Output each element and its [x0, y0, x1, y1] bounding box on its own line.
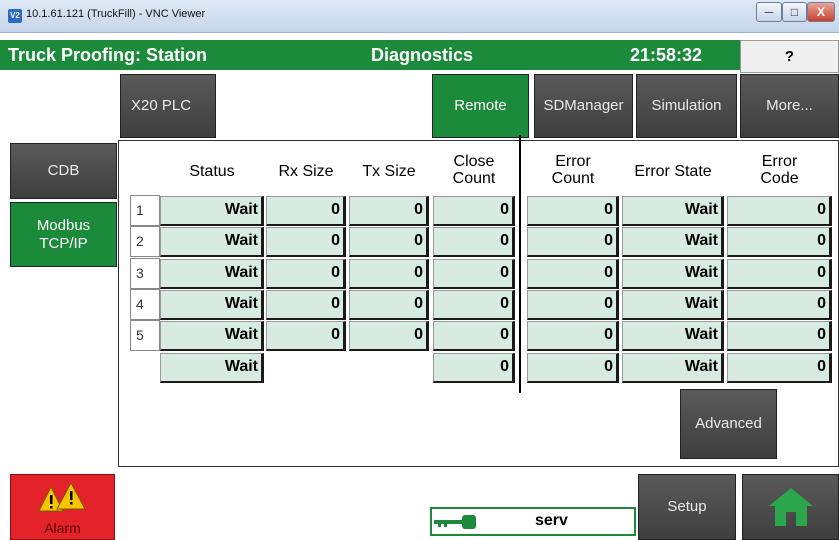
vnc-logo-icon: V2	[8, 9, 22, 23]
error-state-cell: Wait	[622, 321, 724, 351]
close-count-total-cell: 0	[433, 353, 515, 383]
close-count-cell: 0	[433, 321, 515, 351]
error-count-cell: 0	[527, 196, 619, 226]
tab-label: SDManager	[543, 97, 624, 114]
question-icon: ?	[784, 48, 795, 65]
rx-size-cell: 0	[266, 321, 346, 351]
tab-label: Modbus TCP/IP	[36, 216, 91, 252]
header-error-count: Error Count	[551, 153, 595, 187]
error-count-cell: 0	[527, 290, 619, 320]
error-code-cell: 0	[727, 321, 832, 351]
row-number: 5	[130, 320, 160, 351]
clock: 21:58:32	[630, 45, 703, 65]
header-close-count: Close Count	[452, 153, 496, 187]
header-status: Status	[189, 163, 235, 180]
row-number: 3	[130, 258, 160, 289]
header-rx-size: Rx Size	[278, 163, 334, 180]
column-divider	[519, 135, 521, 393]
rx-size-cell: 0	[266, 227, 346, 257]
minimize-button[interactable]: ─	[756, 2, 782, 22]
tab-label: Remote	[454, 97, 507, 114]
alarm-button[interactable]: Alarm	[10, 474, 115, 540]
row-number: 1	[130, 195, 160, 226]
tab-cdb[interactable]: CDB	[10, 143, 117, 199]
tab-x20-plc[interactable]: X20 PLC	[120, 74, 216, 138]
button-label: Alarm	[44, 520, 81, 536]
tab-label: Simulation	[651, 97, 722, 114]
status-total-cell: Wait	[160, 353, 264, 383]
error-count-total-cell: 0	[527, 353, 619, 383]
error-code-cell: 0	[727, 227, 832, 257]
error-state-cell: Wait	[622, 290, 724, 320]
close-count-cell: 0	[433, 259, 515, 289]
home-button[interactable]	[742, 474, 839, 540]
vnc-window-title: 10.1.61.121 (TruckFill) - VNC Viewer	[26, 8, 206, 20]
tab-sdmanager[interactable]: SDManager	[534, 74, 633, 138]
setup-button[interactable]: Setup	[638, 474, 736, 540]
row-number: 2	[130, 226, 160, 257]
error-code-cell: 0	[727, 259, 832, 289]
warning-triangles-icon	[37, 481, 86, 512]
tx-size-cell: 0	[349, 290, 429, 320]
header-error-state: Error State	[634, 163, 712, 180]
tab-label: More...	[766, 97, 813, 114]
tab-remote[interactable]: Remote	[432, 74, 529, 138]
error-count-cell: 0	[527, 259, 619, 289]
rx-size-cell: 0	[266, 259, 346, 289]
tab-label: X20 PLC	[131, 97, 192, 114]
error-count-cell: 0	[527, 321, 619, 351]
header-error-code: Error Code	[760, 153, 799, 187]
maximize-button[interactable]: □	[782, 2, 807, 22]
page-title: Truck Proofing: Station	[8, 45, 208, 65]
button-label: Advanced	[695, 415, 762, 432]
current-user: serv	[535, 512, 568, 529]
row-number: 4	[130, 289, 160, 320]
status-cell: Wait	[160, 227, 264, 257]
tab-label: CDB	[47, 162, 80, 179]
close-button[interactable]: X	[807, 2, 835, 22]
error-state-cell: Wait	[622, 259, 724, 289]
tx-size-cell: 0	[349, 259, 429, 289]
rx-size-cell: 0	[266, 290, 346, 320]
tx-size-cell: 0	[349, 196, 429, 226]
status-cell: Wait	[160, 196, 264, 226]
error-state-cell: Wait	[622, 227, 724, 257]
screen-title: Diagnostics	[371, 45, 474, 65]
error-state-cell: Wait	[622, 196, 724, 226]
user-status-box	[430, 507, 636, 536]
key-icon	[434, 515, 476, 529]
status-cell: Wait	[160, 259, 264, 289]
help-button[interactable]: ?	[740, 40, 839, 73]
close-count-cell: 0	[433, 290, 515, 320]
button-label: Setup	[667, 498, 707, 515]
error-state-total-cell: Wait	[622, 353, 724, 383]
error-code-cell: 0	[727, 196, 832, 226]
advanced-button[interactable]: Advanced	[680, 389, 777, 459]
tx-size-cell: 0	[349, 321, 429, 351]
close-count-cell: 0	[433, 227, 515, 257]
error-code-total-cell: 0	[727, 353, 832, 383]
status-cell: Wait	[160, 321, 264, 351]
tab-modbus-tcp-ip[interactable]: Modbus TCP/IP	[10, 202, 117, 267]
error-code-cell: 0	[727, 290, 832, 320]
header-tx-size: Tx Size	[362, 163, 416, 180]
tab-more[interactable]: More...	[740, 74, 839, 138]
status-cell: Wait	[160, 290, 264, 320]
close-count-cell: 0	[433, 196, 515, 226]
rx-size-cell: 0	[266, 196, 346, 226]
tx-size-cell: 0	[349, 227, 429, 257]
home-icon	[768, 488, 813, 526]
tab-simulation[interactable]: Simulation	[636, 74, 737, 138]
error-count-cell: 0	[527, 227, 619, 257]
